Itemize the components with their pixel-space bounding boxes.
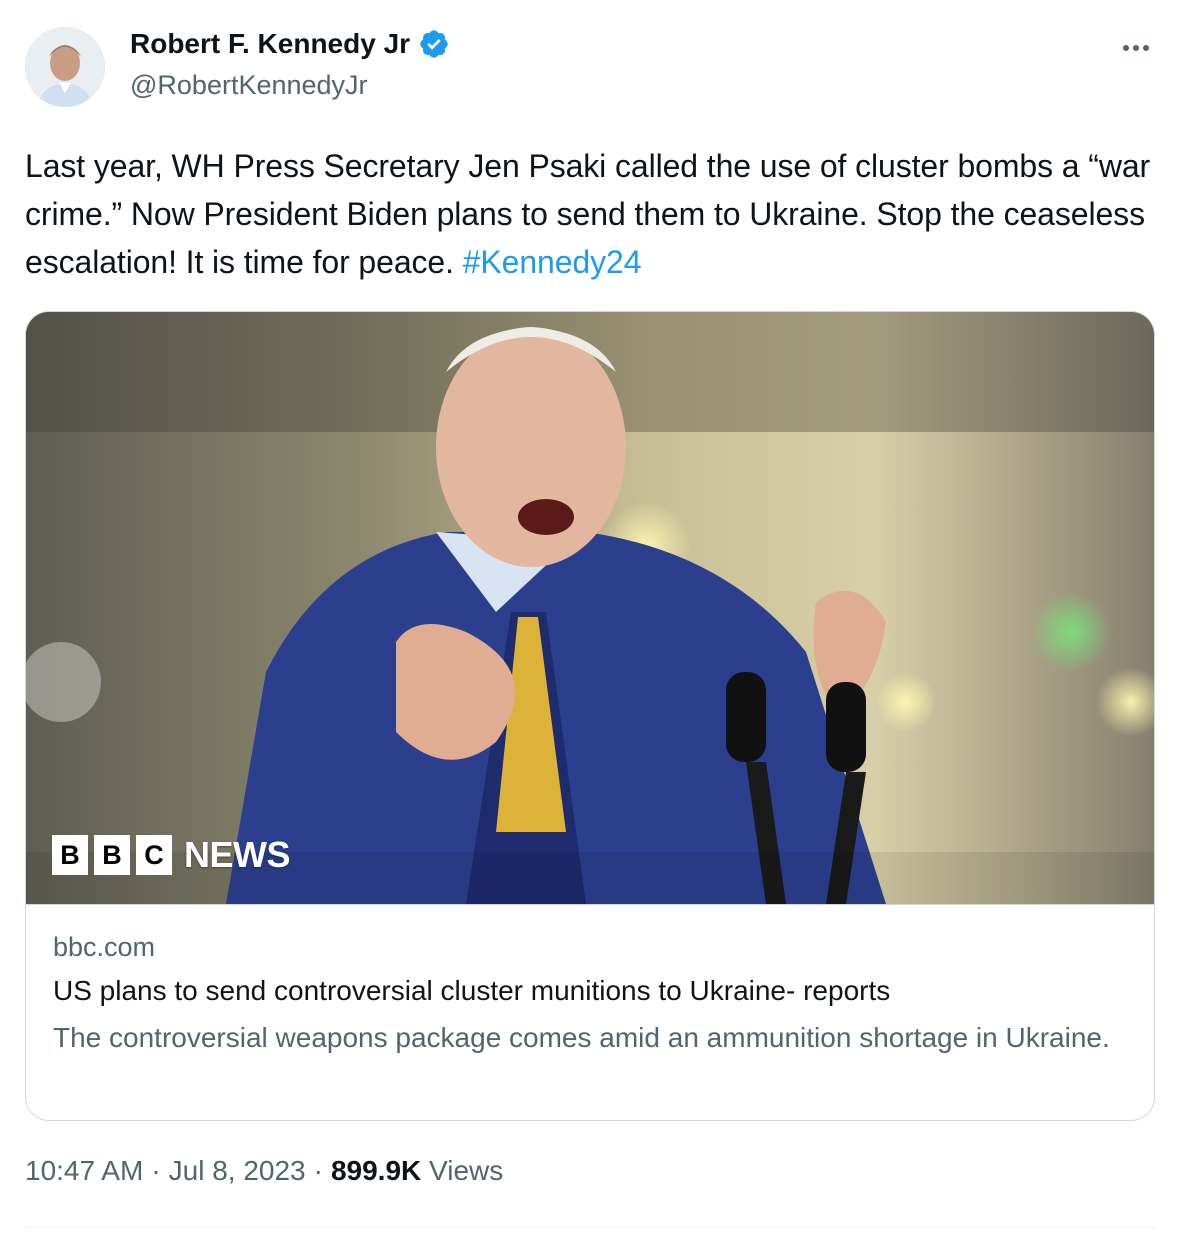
bbc-letter: B: [94, 835, 130, 875]
more-dot-icon: [1143, 45, 1149, 51]
more-dot-icon: [1123, 45, 1129, 51]
bbc-letter: C: [136, 835, 172, 875]
tweet-date[interactable]: Jul 8, 2023: [169, 1155, 306, 1187]
tweet-text: Last year, WH Press Secretary Jen Psaki …: [25, 142, 1155, 286]
news-photo-illustration: [26, 312, 1154, 904]
card-image[interactable]: B B C NEWS: [26, 312, 1154, 904]
views-count[interactable]: 899.9K: [331, 1155, 421, 1186]
tweet-time[interactable]: 10:47 AM: [25, 1155, 143, 1187]
verified-badge-icon: [420, 30, 448, 58]
views-label[interactable]: Views: [429, 1155, 503, 1186]
card-description: The controversial weapons package comes …: [53, 1022, 1110, 1053]
bbc-news-logo: B B C NEWS: [52, 834, 291, 876]
more-dot-icon: [1133, 45, 1139, 51]
avatar[interactable]: [25, 27, 105, 107]
profile-photo-icon: [25, 27, 105, 107]
link-preview-card[interactable]: B B C NEWS bbc.com US plans to send cont…: [25, 311, 1155, 1121]
more-options-button[interactable]: [1116, 30, 1156, 66]
divider: [25, 1227, 1155, 1228]
hashtag-link[interactable]: #Kennedy24: [463, 244, 642, 280]
meta-separator: ·: [313, 1155, 323, 1186]
author-name-text[interactable]: Robert F. Kennedy Jr: [130, 28, 410, 60]
card-divider: [26, 904, 1154, 905]
bbc-news-wordmark: NEWS: [184, 834, 291, 875]
bbc-letter: B: [52, 835, 88, 875]
card-title[interactable]: US plans to send controversial cluster m…: [53, 975, 890, 1007]
author-display-name[interactable]: Robert F. Kennedy Jr: [130, 28, 450, 60]
tweet-metadata: 10:47 AM · Jul 8, 2023 · 899.9K Views: [25, 1155, 503, 1187]
card-domain: bbc.com: [53, 932, 156, 962]
meta-separator: ·: [151, 1155, 161, 1186]
author-handle[interactable]: @RobertKennedyJr: [130, 70, 368, 101]
